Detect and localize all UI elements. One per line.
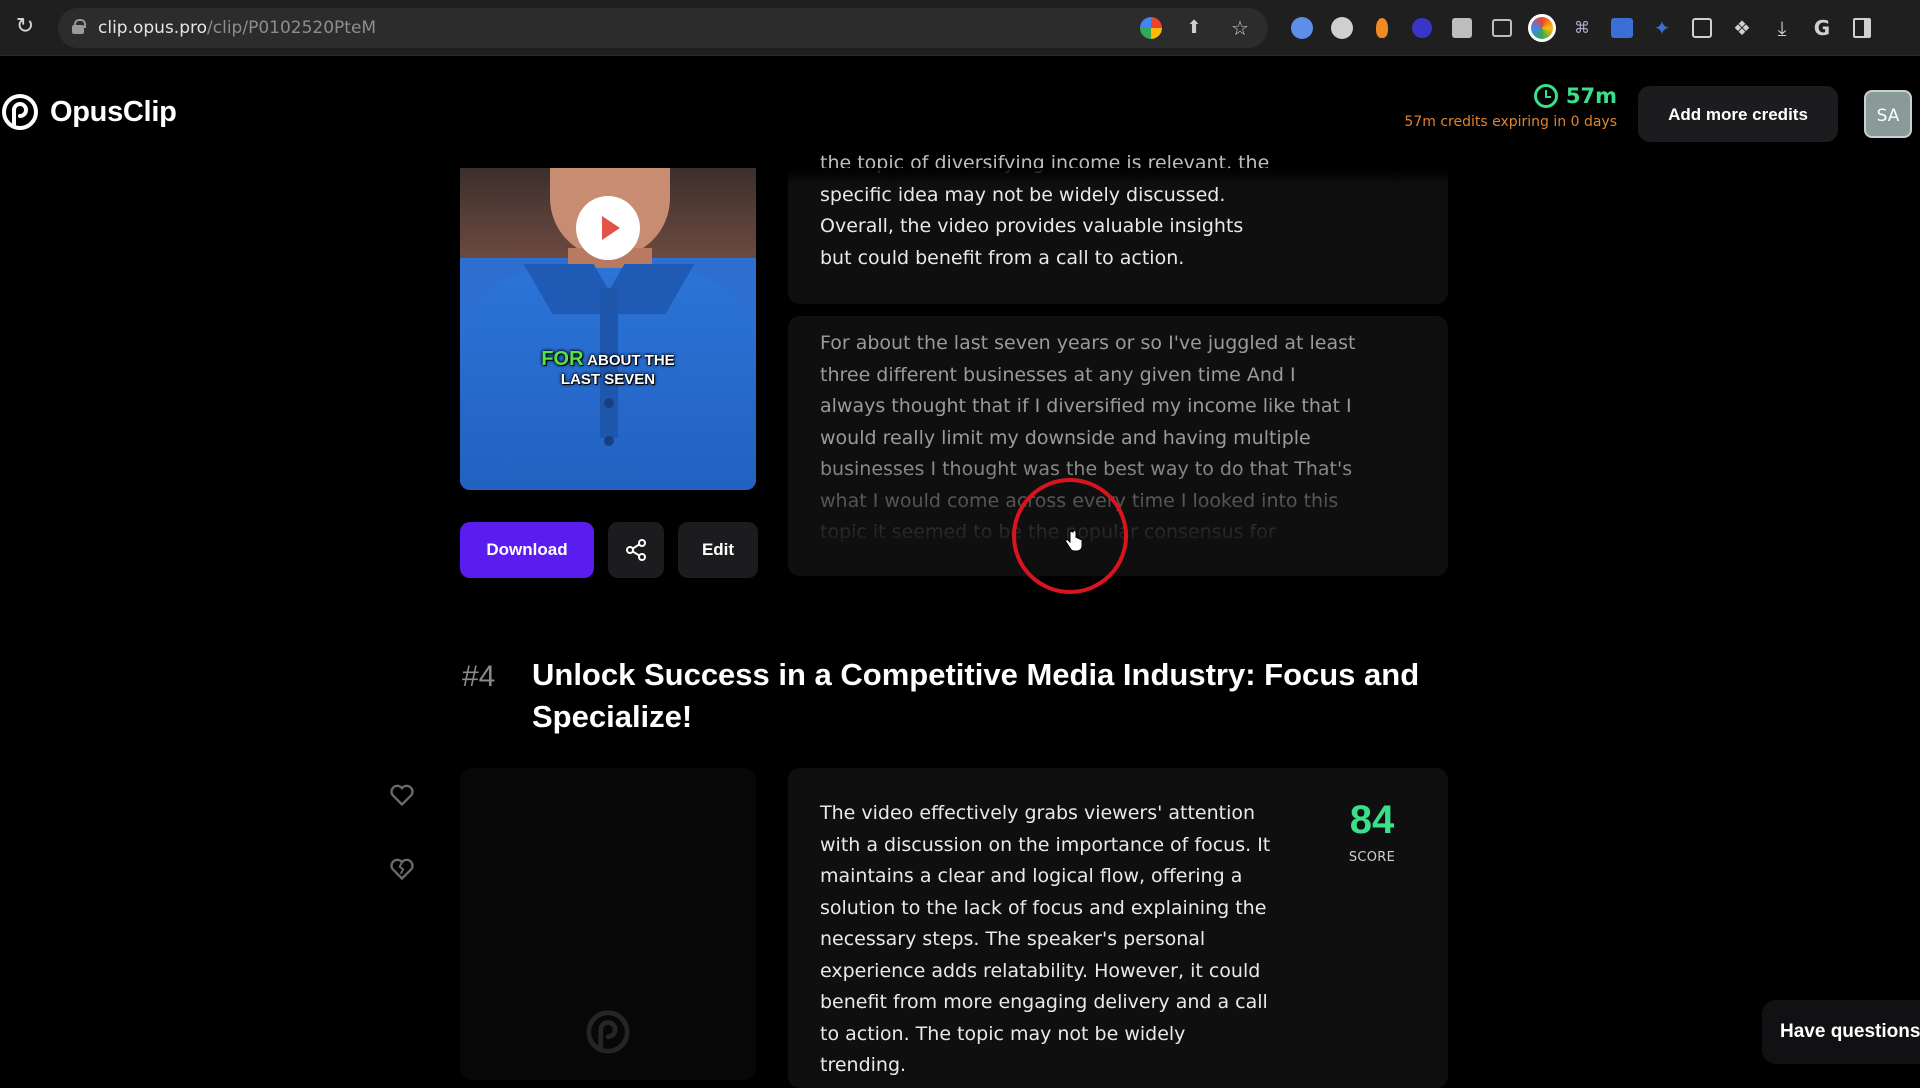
caption-text-2: LAST SEVEN [560,371,656,388]
reload-icon[interactable]: ↻ [12,14,38,40]
avatar[interactable]: SA [1864,90,1912,138]
credits-expiry-note: 57m credits expiring in 0 days [1404,114,1617,130]
clip-thumbnail-loading[interactable] [460,768,756,1080]
summary-line: solution to the lack of focus and explai… [820,896,1267,919]
url-host: clip.opus.pro [98,18,208,38]
logo-text: OpusClip [50,95,177,128]
transcript-line: always thought that if I diversified my … [820,395,1352,417]
extension-color-wheel-icon[interactable] [1528,14,1556,42]
extension-screenshot-icon[interactable] [1488,14,1516,42]
summary-line: necessary steps. The speaker's personal [820,928,1206,950]
clip-summary-panel: The video effectively grabs viewers' att… [788,768,1448,1088]
summary-line: maintains a clear and logical flow, offe… [820,865,1243,887]
summary-line: experience adds relatability. However, i… [820,959,1261,982]
share-button[interactable] [608,522,664,578]
play-icon[interactable] [576,196,640,260]
extension-blue-globe-icon[interactable] [1288,14,1316,42]
share-page-icon[interactable]: ⬆ [1180,14,1208,42]
score-value: 84 [1349,798,1395,842]
hand-cursor-icon [1065,530,1082,552]
virality-score: 84 SCORE [1332,798,1412,865]
share-icon [626,539,646,561]
browser-toolbar: ↻ clip.opus.pro/clip/P0102520PteM ⬆ ☆ ⌘ … [0,0,1920,56]
bookmark-star-icon[interactable]: ☆ [1226,14,1254,42]
edit-button[interactable]: Edit [678,522,758,578]
opusclip-logo-icon [586,1010,630,1054]
extension-purple-icon[interactable] [1408,14,1436,42]
clip-summary-panel: the topic of diversifying income is rele… [788,152,1448,304]
extension-grey-circle-icon[interactable] [1328,14,1356,42]
extensions-puzzle-icon[interactable]: ❖ [1728,14,1756,42]
add-more-credits-button[interactable]: Add more credits [1638,86,1838,142]
clip-actions: Download Edit [460,522,758,578]
url-text[interactable]: clip.opus.pro/clip/P0102520PteM [98,18,376,38]
opusclip-logo-icon [2,94,38,130]
opusclip-logo[interactable]: OpusClip [0,92,177,132]
address-bar[interactable]: clip.opus.pro/clip/P0102520PteM ⬆ ☆ [58,8,1268,48]
summary-line: Overall, the video provides valuable ins… [820,215,1244,237]
clip-thumbnail[interactable]: FOR ABOUT THE LAST SEVEN [460,168,756,490]
extension-flame-icon[interactable] [1368,14,1396,42]
omnibox-actions: ⬆ ☆ [1140,17,1254,39]
extension-edit-icon[interactable] [1688,14,1716,42]
clock-icon [1533,84,1558,108]
summary-line: with a discussion on the importance of f… [820,833,1271,856]
summary-line: but could benefit from a call to action. [820,246,1185,269]
downloads-icon[interactable]: ⤓ [1768,14,1796,42]
clip-summary-text: The video effectively grabs viewers' att… [820,798,1270,1082]
transcript-line: three different businesses at any given … [820,363,1296,386]
google-account-icon[interactable]: G [1808,14,1836,42]
summary-line: benefit from more engaging delivery and … [820,991,1268,1013]
clip-number: #4 [462,660,496,693]
extension-translate-icon[interactable]: ⌘ [1568,14,1596,42]
clip-summary-text: the topic of diversifying income is rele… [820,148,1269,274]
extension-square-icon[interactable] [1448,14,1476,42]
summary-line: trending. [820,1054,907,1076]
extensions-bar: ⌘ ✦ ❖ ⤓ G [1288,12,1876,44]
caption-text-1: ABOUT THE [587,352,675,369]
caption-highlight: FOR [541,348,584,370]
broken-heart-icon[interactable] [388,854,416,882]
summary-line: The video effectively grabs viewers' att… [820,802,1256,824]
transcript-line: would really limit my downside and havin… [820,426,1311,449]
score-label: SCORE [1348,850,1396,865]
google-lens-icon[interactable] [1140,17,1162,39]
extension-blue-bolt-icon[interactable]: ✦ [1648,14,1676,42]
heart-icon[interactable] [388,780,416,808]
side-panel-icon[interactable] [1848,14,1876,42]
clip-title: Unlock Success in a Competitive Media In… [532,657,1420,734]
credits-indicator[interactable]: 57m 57m credits expiring in 0 days [1404,84,1617,130]
video-caption: FOR ABOUT THE LAST SEVEN [460,348,756,389]
credits-value: 57m [1565,84,1617,108]
lock-icon[interactable] [72,19,86,35]
extension-vidiq-icon[interactable] [1608,14,1636,42]
transcript-line: For about the last seven years or so I'v… [820,332,1356,354]
help-chat-button[interactable]: Have questions? [1762,1000,1920,1064]
summary-line: to action. The topic may not be widely [820,1022,1186,1045]
download-button[interactable]: Download [460,522,594,578]
url-path: /clip/P0102520PteM [207,18,377,38]
